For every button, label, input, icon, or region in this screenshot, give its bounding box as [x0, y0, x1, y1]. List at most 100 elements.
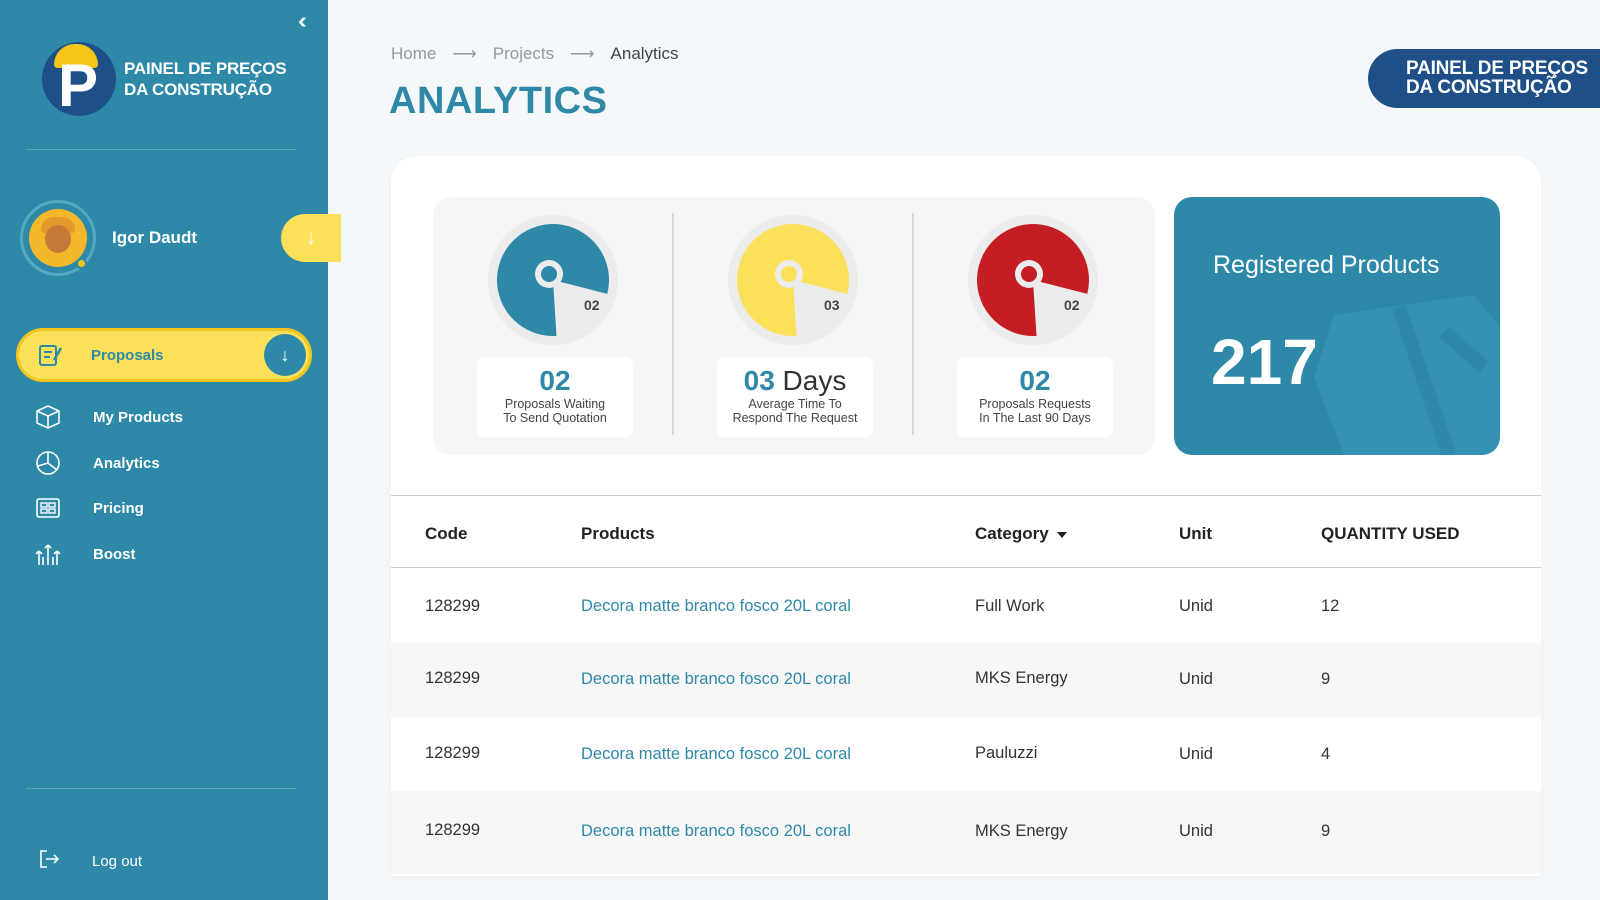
arrow-right-icon: ⟶	[570, 44, 595, 63]
stat-value: 03 Days	[717, 365, 873, 397]
stat-number: 02	[1019, 365, 1051, 396]
page-title: ANALYTICS	[389, 80, 608, 122]
cell-code: 128299	[425, 669, 481, 687]
sidebar-divider	[26, 149, 296, 150]
table-row[interactable]: 128299 Decora matte branco fosco 20L cor…	[391, 569, 1541, 643]
stat-desc-line: Respond The Request	[732, 411, 858, 425]
stat-desc-line: Proposals Requests	[979, 397, 1091, 411]
column-header-products[interactable]: Products	[581, 524, 655, 544]
table-row[interactable]: 128299 Decora matte branco fosco 20L cor…	[391, 717, 1541, 791]
pie-center-dot	[1021, 266, 1037, 282]
user-name: Igor Daudt	[112, 228, 197, 247]
box-icon	[34, 403, 62, 431]
breadcrumb-home[interactable]: Home	[391, 44, 436, 64]
cell-unit: Unid	[1179, 670, 1213, 688]
stat-desc-line: In The Last 90 Days	[979, 411, 1091, 425]
breadcrumb: Home ⟶ Projects ⟶ Analytics	[391, 44, 679, 64]
column-header-unit[interactable]: Unit	[1179, 524, 1212, 544]
table-row[interactable]: 128299 Decora matte branco fosco 20L cor…	[391, 791, 1541, 874]
pie-chart: 02	[488, 215, 618, 345]
sidebar-item-boost[interactable]: Boost	[34, 537, 304, 571]
stat-desc-line: To Send Quotation	[503, 411, 607, 425]
cell-code: 128299	[425, 744, 481, 762]
cell-code: 128299	[425, 597, 481, 615]
user-menu-toggle[interactable]: ↓	[281, 214, 341, 262]
pie-label: 02	[584, 297, 600, 313]
stat-box: 02 Proposals Requests In The Last 90 Day…	[957, 357, 1113, 437]
pricing-icon	[34, 494, 62, 522]
cell-product-link[interactable]: Decora matte branco fosco 20L coral	[581, 822, 851, 841]
sidebar-item-label: My Products	[93, 408, 184, 426]
stat-card: 02 02 Proposals Waiting To Send Quotatio…	[433, 197, 673, 455]
cell-quantity: 12	[1321, 597, 1340, 615]
column-header-code[interactable]: Code	[425, 524, 468, 544]
pie-center-dot	[541, 266, 557, 282]
sidebar-item-analytics[interactable]: Analytics	[34, 446, 304, 480]
cell-product-link[interactable]: Decora matte branco fosco 20L coral	[581, 745, 851, 764]
arrow-down-icon[interactable]: ↓	[264, 334, 306, 376]
pie-chart: 02	[968, 215, 1098, 345]
stat-value: 02	[477, 365, 633, 397]
proposals-icon	[37, 342, 63, 368]
caret-down-icon[interactable]	[1056, 531, 1067, 538]
stat-card: 03 03 Days Average Time To Respond The R…	[673, 197, 913, 455]
arrow-right-icon: ⟶	[452, 44, 477, 63]
logo-letter: P	[58, 52, 99, 119]
cell-quantity: 4	[1321, 745, 1331, 763]
table-header: Code Products Category Unit QUANTITY USE…	[391, 495, 1541, 568]
stat-description: Proposals Requests In The Last 90 Days	[957, 397, 1113, 425]
cell-category: Full Work	[975, 597, 1045, 615]
cell-product-link[interactable]: Decora matte branco fosco 20L coral	[581, 670, 851, 689]
online-status-dot	[76, 258, 87, 269]
cell-quantity: 9	[1321, 822, 1331, 840]
breadcrumb-projects[interactable]: Projects	[493, 44, 554, 64]
stat-description: Average Time To Respond The Request	[717, 397, 873, 425]
cell-unit: Unid	[1179, 745, 1213, 763]
sidebar-item-my-products[interactable]: My Products	[34, 400, 304, 434]
sidebar: ‹‹ P PAINEL DE PREÇOS DA CONSTRUÇÃO Igor…	[0, 0, 341, 900]
sidebar-item-pricing[interactable]: Pricing	[34, 491, 304, 525]
stat-number: 02	[539, 365, 571, 396]
column-header-quantity[interactable]: QUANTITY USED	[1321, 524, 1460, 544]
stat-card: 02 02 Proposals Requests In The Last 90 …	[913, 197, 1153, 455]
stat-box: 03 Days Average Time To Respond The Requ…	[717, 357, 873, 437]
logout-label: Log out	[92, 853, 143, 870]
sidebar-item-label: Analytics	[93, 454, 160, 472]
column-header-category[interactable]: Category	[975, 524, 1067, 544]
logo: P PAINEL DE PREÇOS DA CONSTRUÇÃO	[42, 42, 287, 116]
pie-label: 02	[1064, 297, 1080, 313]
cell-category: MKS Energy	[975, 669, 1068, 687]
cell-code: 128299	[425, 821, 481, 839]
sidebar-item-label: Proposals	[91, 346, 164, 364]
sidebar-item-label: Pricing	[93, 499, 144, 517]
registered-products-card[interactable]: Registered Products 217	[1174, 197, 1500, 455]
stat-desc-line: Proposals Waiting	[504, 397, 606, 411]
column-header-label: Category	[975, 524, 1049, 543]
logo-text: PAINEL DE PREÇOS DA CONSTRUÇÃO	[124, 58, 287, 100]
logo-line-1: PAINEL DE PREÇOS	[124, 59, 287, 78]
registered-products-value: 217	[1211, 326, 1318, 398]
pie-chart: 03	[728, 215, 858, 345]
stat-number: 03	[743, 365, 775, 396]
table-row[interactable]: 128299 Decora matte branco fosco 20L cor…	[391, 643, 1541, 717]
cell-quantity: 9	[1321, 670, 1331, 688]
breadcrumb-current: Analytics	[610, 44, 679, 63]
logout-icon	[38, 848, 60, 875]
brand-badge: PAINEL DE PREÇOS DA CONSTRUÇÃO	[1368, 49, 1600, 108]
logout-button[interactable]: Log out	[38, 848, 142, 875]
cell-category: Pauluzzi	[975, 744, 1038, 762]
double-chevron-left-icon[interactable]: ‹‹	[298, 8, 306, 34]
brand-line-2: DA CONSTRUÇÃO	[1406, 77, 1572, 98]
stat-value: 02	[957, 365, 1113, 397]
brand-line-1: PAINEL DE PREÇOS	[1406, 58, 1588, 79]
stat-description: Proposals Waiting To Send Quotation	[477, 397, 633, 425]
sidebar-item-proposals[interactable]: Proposals ↓	[16, 328, 312, 382]
cell-category: MKS Energy	[975, 822, 1068, 840]
registered-products-title: Registered Products	[1213, 251, 1440, 279]
cell-product-link[interactable]: Decora matte branco fosco 20L coral	[581, 597, 851, 616]
stat-box: 02 Proposals Waiting To Send Quotation	[477, 357, 633, 437]
logo-mark: P	[42, 42, 116, 116]
pie-center-dot	[781, 266, 797, 282]
boost-icon	[34, 540, 62, 568]
pie-label: 03	[824, 297, 840, 313]
